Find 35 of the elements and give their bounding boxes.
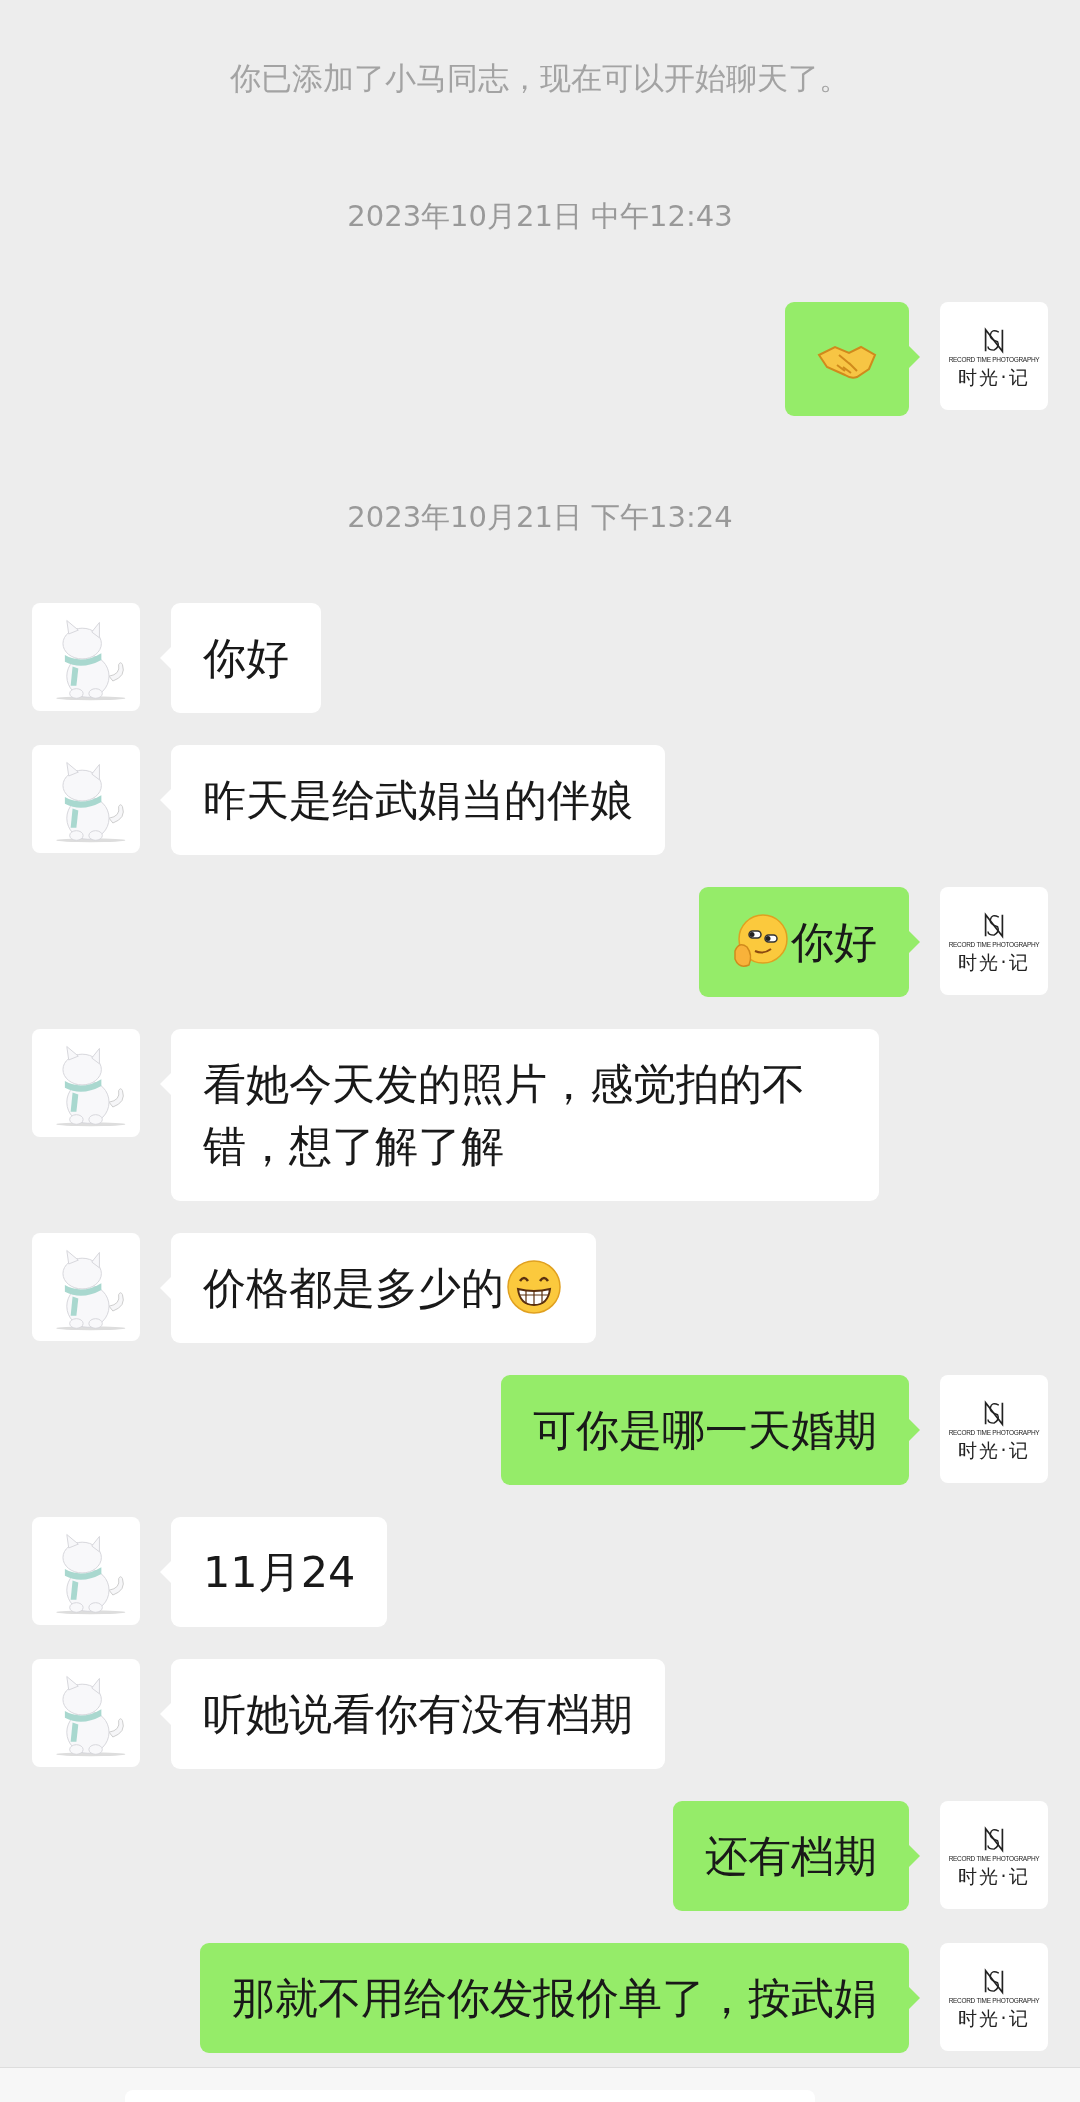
bubble-tail	[909, 346, 920, 368]
system-notice: 你已添加了小马同志，现在可以开始聊天了。	[229, 59, 851, 98]
message-bubble[interactable]: 你好	[699, 886, 909, 997]
bubble-tail	[909, 1418, 920, 1441]
message-bubble[interactable]	[785, 302, 909, 416]
cat-avatar[interactable]	[32, 1516, 140, 1625]
message-bubble[interactable]: 听她说看你有没有档期	[171, 1658, 665, 1769]
logo-name: 时光·记	[958, 1437, 1030, 1463]
logo-icon	[982, 1825, 1006, 1853]
bubble-tail	[909, 1844, 920, 1867]
logo-icon	[982, 327, 1006, 354]
timestamp: 2023年10月21日 中午12:43	[346, 198, 734, 235]
bubble-tail	[909, 1986, 920, 2009]
logo-icon	[982, 1967, 1006, 1995]
message-bubble[interactable]: 价格都是多少的	[171, 1232, 596, 1343]
cat-avatar[interactable]	[32, 744, 140, 853]
message-bubble[interactable]: 你好	[171, 602, 321, 713]
message-bubble[interactable]: 昨天是给武娟当的伴娘	[171, 744, 665, 855]
message-bubble[interactable]: 那就不用给你发报价单了，按武娟	[200, 1942, 909, 2053]
logo-icon	[982, 911, 1006, 939]
message-bubble[interactable]: 看她今天发的照片，感觉拍的不错，想了解了解	[171, 1028, 879, 1201]
message-bubble[interactable]: 11月24	[171, 1516, 388, 1627]
logo-name: 时光·记	[958, 1863, 1030, 1889]
message-bubble[interactable]: 可你是哪一天婚期	[501, 1374, 909, 1485]
logo-name: 时光·记	[958, 949, 1030, 975]
cat-avatar[interactable]	[32, 1658, 140, 1767]
message-bubble[interactable]: 还有档期	[673, 1800, 909, 1911]
bubble-tail	[909, 930, 920, 953]
logo-icon	[982, 1399, 1006, 1427]
cat-avatar[interactable]	[32, 1232, 140, 1341]
cat-avatar[interactable]	[32, 602, 140, 711]
cat-avatar[interactable]	[32, 1028, 140, 1137]
logo-name: 时光·记	[958, 2005, 1030, 2031]
timestamp: 2023年10月21日 下午13:24	[346, 498, 734, 536]
logo-name: 时光·记	[958, 365, 1030, 390]
